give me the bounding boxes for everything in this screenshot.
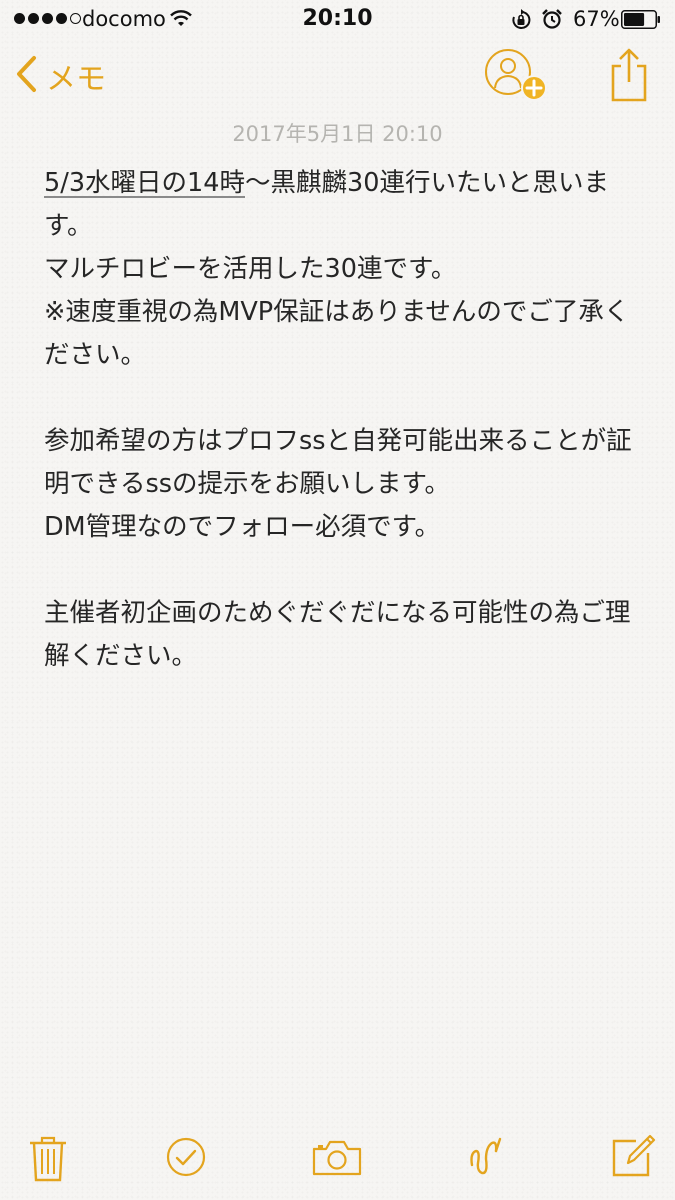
back-label: メモ: [46, 62, 106, 97]
compose-button[interactable]: [610, 1133, 656, 1183]
checklist-button[interactable]: [166, 1137, 206, 1181]
add-person-icon: [484, 49, 554, 108]
sketch-button[interactable]: [466, 1133, 506, 1185]
nav-bar: メモ: [0, 40, 675, 115]
camera-icon: [311, 1140, 363, 1181]
status-bar: docomo 20:10 67%: [0, 0, 675, 40]
add-people-button[interactable]: [484, 48, 554, 104]
share-button[interactable]: [607, 46, 651, 104]
bottom-toolbar: [0, 1125, 675, 1200]
share-icon: [607, 48, 651, 108]
rotation-lock-icon: [510, 9, 532, 35]
note-date: 2017年5月1日 20:10: [232, 122, 443, 146]
sketch-icon: [466, 1137, 506, 1185]
trash-icon: [28, 1136, 68, 1187]
chevron-left-icon: [14, 54, 38, 98]
battery-percent: 67%: [573, 7, 620, 31]
back-button[interactable]: メモ: [14, 54, 106, 98]
compose-icon: [610, 1134, 656, 1183]
note-text: 〜黒麒麟30連行いたいと思います。 マルチロビーを活用した30連です。 ※速度重…: [44, 168, 632, 671]
camera-button[interactable]: [311, 1139, 363, 1181]
date-link[interactable]: 5/3水曜日の14時: [44, 168, 245, 198]
battery-icon: [621, 10, 661, 29]
note-body[interactable]: 5/3水曜日の14時〜黒麒麟30連行いたいと思います。 マルチロビーを活用した3…: [44, 162, 644, 678]
delete-button[interactable]: [28, 1135, 68, 1187]
alarm-icon: [541, 8, 563, 34]
checklist-icon: [166, 1137, 206, 1181]
